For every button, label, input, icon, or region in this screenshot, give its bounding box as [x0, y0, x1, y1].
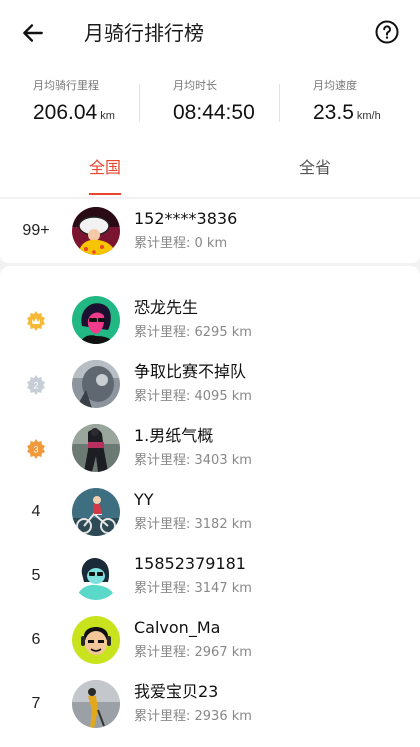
stat-value: 08:44:50: [173, 100, 255, 126]
ranking-row[interactable]: 恐龙先生 累计里程: 6295 km: [0, 288, 420, 352]
user-name: YY: [134, 490, 154, 509]
user-name: 争取比赛不掉队: [134, 362, 247, 381]
stat-label: 月均速度: [313, 79, 357, 92]
my-rank-row[interactable]: 99+ 152****3836 累计里程: 0 km: [0, 199, 420, 263]
user-distance: 累计里程: 0 km: [134, 236, 228, 251]
ranking-row[interactable]: 4 YY 累计里程: 3182 km: [0, 480, 420, 544]
stat-unit: km: [100, 110, 115, 122]
silver-medal-icon: 2: [27, 375, 45, 395]
svg-text:3: 3: [33, 445, 38, 455]
stats-summary: 月均骑行里程 206.04 km 月均时长 08:44:50 月均速度 23.5 k…: [0, 78, 420, 130]
rank-number: 6: [31, 631, 41, 648]
avatar: [72, 616, 120, 664]
stat-avg-duration: 月均时长 08:44:50: [173, 78, 255, 126]
ranking-row[interactable]: 7 我爱宝贝23 累计里程: 2936 km: [0, 672, 420, 736]
avatar: [72, 488, 120, 536]
user-name: Calvon_Ma: [134, 618, 221, 637]
tab-active-indicator: [89, 193, 121, 195]
user-distance: 累计里程: 3147 km: [134, 581, 252, 596]
bronze-medal-icon: 3: [27, 439, 45, 459]
stat-number: 23.5: [313, 101, 354, 124]
tab-province[interactable]: 全省: [299, 156, 331, 180]
page-title: 月骑行排行榜: [84, 21, 204, 45]
user-name: 15852379181: [134, 554, 246, 573]
user-distance: 累计里程: 3182 km: [134, 517, 252, 532]
ranking-list: 恐龙先生 累计里程: 6295 km 2 争取比赛不掉队 累计里程: 4095 …: [0, 266, 420, 747]
back-arrow-icon[interactable]: [20, 20, 46, 46]
help-icon[interactable]: [375, 20, 399, 44]
rank-number: 7: [31, 695, 41, 712]
user-distance: 累计里程: 6295 km: [134, 325, 252, 340]
user-distance: 累计里程: 2967 km: [134, 645, 252, 660]
avatar: [72, 424, 120, 472]
avatar: [72, 360, 120, 408]
stat-avg-distance: 月均骑行里程 206.04 km: [33, 78, 115, 129]
user-name: 我爱宝贝23: [134, 682, 219, 701]
user-distance: 累计里程: 2936 km: [134, 709, 252, 724]
header: 月骑行排行榜 月均骑行里程 206.04 km 月均时长 08:44:50 月均速…: [0, 0, 420, 197]
ranking-row[interactable]: 5 15852379181 累计里程: 3147 km: [0, 544, 420, 608]
stat-value: 206.04 km: [33, 100, 115, 129]
stat-divider: [279, 84, 280, 122]
avatar: [72, 207, 120, 255]
stat-label: 月均骑行里程: [33, 79, 99, 92]
user-distance: 累计里程: 3403 km: [134, 453, 252, 468]
ranking-row[interactable]: 6 Calvon_Ma 累计里程: 2967 km: [0, 608, 420, 672]
stat-label: 月均时长: [173, 79, 217, 92]
my-rank-content: 99+ 152****3836 累计里程: 0 km: [0, 199, 420, 263]
svg-text:2: 2: [33, 381, 38, 391]
ranking-row[interactable]: 3 1.男纸气概 累计里程: 3403 km: [0, 416, 420, 480]
avatar: [72, 552, 120, 600]
stat-unit: km/h: [356, 110, 381, 122]
stat-number: 206.04: [33, 101, 98, 124]
rank-number: 99+: [22, 222, 50, 239]
user-name: 恐龙先生: [134, 298, 199, 317]
user-name: 1.男纸气概: [134, 426, 214, 445]
tab-national[interactable]: 全国: [89, 156, 121, 180]
user-distance: 累计里程: 4095 km: [134, 389, 252, 404]
rank-number: 4: [31, 503, 41, 520]
user-name: 152****3836: [134, 209, 238, 228]
stat-divider: [139, 84, 140, 122]
stat-number: 08:44:50: [173, 101, 255, 124]
stat-avg-speed: 月均速度 23.5 km/h: [313, 78, 381, 129]
avatar: [72, 680, 120, 728]
stat-value: 23.5 km/h: [313, 100, 381, 129]
rank-number: 5: [31, 567, 41, 584]
ranking-row[interactable]: 2 争取比赛不掉队 累计里程: 4095 km: [0, 352, 420, 416]
avatar: [72, 296, 120, 344]
gold-medal-icon: [27, 311, 45, 331]
